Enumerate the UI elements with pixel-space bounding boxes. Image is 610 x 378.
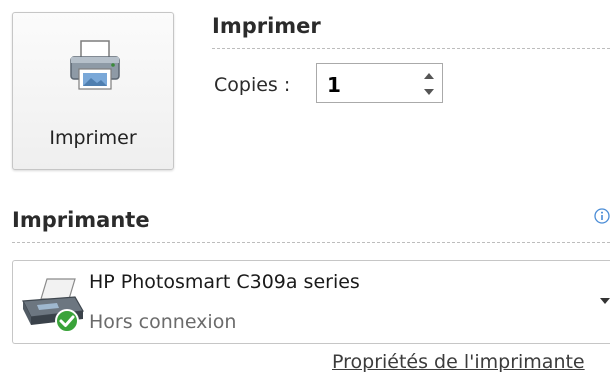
spin-down-icon[interactable] [422,86,436,98]
printer-properties-link[interactable]: Propriétés de l'imprimante [332,351,585,373]
printer-name: HP Photosmart C309a series [89,271,360,293]
green-check-icon [55,309,79,333]
printer-section-title: Imprimante [12,208,150,232]
printer-status: Hors connexion [89,311,237,333]
info-icon[interactable] [594,208,610,224]
print-section-divider [212,48,610,49]
copies-value[interactable]: 1 [327,73,341,97]
printer-icon [70,40,120,90]
printer-section-divider [12,242,610,243]
copies-stepper[interactable]: 1 [316,63,443,103]
spin-up-icon[interactable] [422,70,436,82]
printer-dropdown[interactable]: HP Photosmart C309a series Hors connexio… [12,260,610,344]
print-section-title: Imprimer [212,14,321,38]
print-button[interactable]: Imprimer [12,12,174,170]
printer-offline-icon [22,278,84,333]
chevron-down-icon[interactable] [599,297,610,305]
print-button-label: Imprimer [49,127,137,149]
copies-label: Copies : [214,74,291,96]
